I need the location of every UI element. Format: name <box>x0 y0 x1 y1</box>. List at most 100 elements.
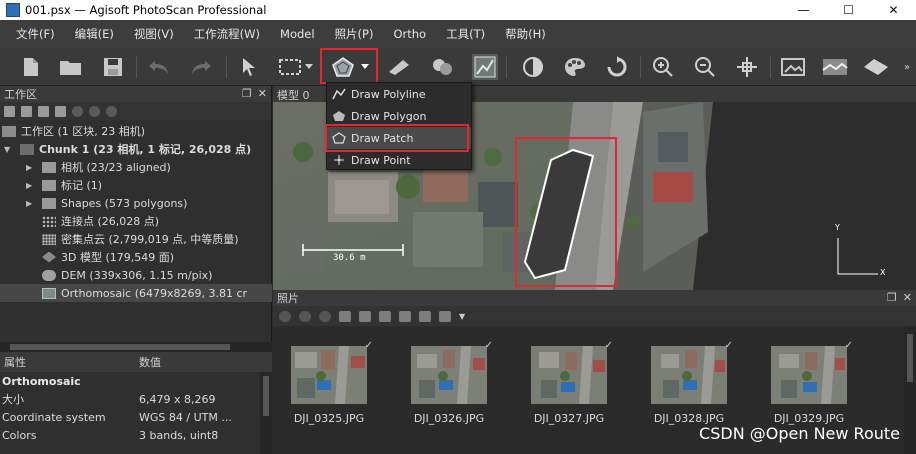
menu-item-draw-point[interactable]: Draw Point <box>327 149 471 171</box>
select-dropdown-arrow-icon[interactable] <box>303 54 315 80</box>
tree-item-dense-cloud[interactable]: 密集点云 (2,799,019 点, 中等质量) <box>0 230 272 248</box>
menu-view[interactable]: 视图(V) <box>124 26 184 42</box>
menu-photos[interactable]: 照片(P) <box>325 26 384 42</box>
add-chunk-icon[interactable] <box>4 105 15 117</box>
save-icon[interactable] <box>100 54 126 80</box>
app-icon <box>6 3 20 17</box>
diamond-view-icon[interactable] <box>860 54 892 80</box>
delete-icon[interactable] <box>106 105 117 117</box>
photo-image[interactable] <box>651 346 727 404</box>
landscape-view-icon[interactable] <box>822 54 848 80</box>
remove-photo-icon[interactable] <box>279 310 291 322</box>
dropdown-item-highlight <box>325 124 469 152</box>
aligned-check-icon: ✓ <box>724 340 733 351</box>
tree-item-model[interactable]: 3D 模型 (179,549 面) <box>0 248 272 266</box>
refresh-icon[interactable] <box>604 54 630 80</box>
add-shape-icon[interactable] <box>55 105 66 117</box>
photo-image[interactable] <box>411 346 487 404</box>
tree-root[interactable]: 工作区 (1 区块, 23 相机) <box>0 122 272 140</box>
photo-thumbnail[interactable]: ✓ DJI_0327.JPG <box>519 340 619 428</box>
watermark: CSDN @Open New Route <box>699 424 900 443</box>
mask-icon[interactable] <box>379 310 391 322</box>
tree-item-orthomosaic[interactable]: Orthomosaic (6479x8269, 3.81 cr <box>0 284 272 302</box>
tree-item-dem[interactable]: DEM (339x306, 1.15 m/pix) <box>0 266 272 284</box>
chunk-icon <box>20 143 34 155</box>
photo-thumbnail[interactable]: ✓ DJI_0325.JPG <box>279 340 379 428</box>
photo-image[interactable] <box>531 346 607 404</box>
maximize-button[interactable]: ☐ <box>826 0 871 20</box>
photo-thumbnail[interactable]: ✓ DJI_0328.JPG <box>639 340 739 428</box>
add-marker-icon[interactable] <box>38 105 49 117</box>
dem-icon <box>42 269 56 281</box>
palette-icon[interactable] <box>562 54 588 80</box>
properties-scrollbar[interactable] <box>260 372 272 454</box>
close-panel-icon[interactable]: ✕ <box>903 291 912 304</box>
tree-item-markers[interactable]: ▶ 标记 (1) <box>0 176 272 194</box>
tree-item-tie-points[interactable]: 连接点 (26,028 点) <box>0 212 272 230</box>
expand-arrow-icon[interactable]: ▶ <box>26 181 36 190</box>
menu-item-draw-polyline[interactable]: Draw Polyline <box>327 83 471 105</box>
zoom-out-icon[interactable] <box>692 54 718 80</box>
view-mode-dropdown-icon[interactable]: ▼ <box>459 312 465 321</box>
menu-help[interactable]: 帮助(H) <box>495 26 556 42</box>
move-icon[interactable] <box>734 54 760 80</box>
camera-icon[interactable] <box>419 310 431 322</box>
collapse-arrow-icon[interactable]: ▼ <box>4 145 14 154</box>
folder-icon <box>42 197 56 209</box>
properties-section: Orthomosaic <box>2 374 81 388</box>
pointer-icon[interactable] <box>236 54 262 80</box>
close-panel-icon[interactable]: ✕ <box>258 87 267 100</box>
rotate-right-icon[interactable] <box>359 310 371 322</box>
undo-icon[interactable] <box>146 54 172 80</box>
photos-scrollbar[interactable] <box>904 326 916 454</box>
image-view-icon[interactable] <box>780 54 806 80</box>
add-photos-icon[interactable] <box>21 105 32 117</box>
photo-filename: DJI_0327.JPG <box>533 412 605 425</box>
menu-tools[interactable]: 工具(T) <box>436 26 495 42</box>
property-row: Coordinate system WGS 84 / UTM ... <box>2 410 232 424</box>
tree-item-shapes[interactable]: ▶ Shapes (573 polygons) <box>0 194 272 212</box>
column-key[interactable]: 属性 <box>0 354 139 370</box>
rotate-left-icon[interactable] <box>339 310 351 322</box>
new-document-icon[interactable] <box>18 54 44 80</box>
mask-invert-icon[interactable] <box>399 310 411 322</box>
orthophoto-edit-icon[interactable] <box>472 54 498 80</box>
minimize-button[interactable]: — <box>781 0 826 20</box>
zoom-in-icon[interactable] <box>650 54 676 80</box>
disable-photo-icon[interactable] <box>299 310 311 322</box>
redo-icon[interactable] <box>188 54 214 80</box>
tree-chunk[interactable]: ▼ Chunk 1 (23 相机, 1 标记, 26,028 点) <box>0 140 272 158</box>
workspace-horizontal-scrollbar[interactable] <box>0 342 272 352</box>
tab-model[interactable]: 模型 0 <box>277 87 310 103</box>
close-button[interactable]: ✕ <box>871 0 916 20</box>
toolbar-overflow-button[interactable]: » <box>900 54 914 80</box>
axis-x-label: X <box>880 268 886 277</box>
disable-icon[interactable] <box>89 105 100 117</box>
expand-arrow-icon[interactable]: ▶ <box>26 163 36 172</box>
workspace-icon <box>2 125 16 137</box>
menu-edit[interactable]: 编辑(E) <box>65 26 124 42</box>
contrast-icon[interactable] <box>520 54 546 80</box>
column-value[interactable]: 数值 <box>139 354 161 370</box>
open-folder-icon[interactable] <box>58 54 84 80</box>
photo-image[interactable] <box>771 346 847 404</box>
workspace-header: 工作区 ❐ ✕ <box>0 86 271 102</box>
menu-workflow[interactable]: 工作流程(W) <box>184 26 270 42</box>
menu-model[interactable]: Model <box>270 27 325 41</box>
expand-arrow-icon[interactable]: ▶ <box>26 199 36 208</box>
undock-icon[interactable]: ❐ <box>887 291 897 304</box>
photo-thumbnail[interactable]: ✓ DJI_0326.JPG <box>399 340 499 428</box>
photo-thumbnail[interactable]: ✓ DJI_0329.JPG <box>759 340 859 428</box>
toolbar-highlight <box>320 48 378 84</box>
photo-image[interactable] <box>291 346 367 404</box>
grid-view-icon[interactable] <box>439 310 451 322</box>
menu-file[interactable]: 文件(F) <box>6 26 65 42</box>
tree-item-cameras[interactable]: ▶ 相机 (23/23 aligned) <box>0 158 272 176</box>
rectangle-select-icon[interactable] <box>278 54 304 80</box>
undock-icon[interactable]: ❐ <box>242 87 252 100</box>
menu-ortho[interactable]: Ortho <box>383 27 436 41</box>
markers-icon[interactable] <box>430 54 456 80</box>
ruler-icon[interactable] <box>386 54 412 80</box>
delete-photo-icon[interactable] <box>319 310 331 322</box>
remove-icon[interactable] <box>72 105 83 117</box>
